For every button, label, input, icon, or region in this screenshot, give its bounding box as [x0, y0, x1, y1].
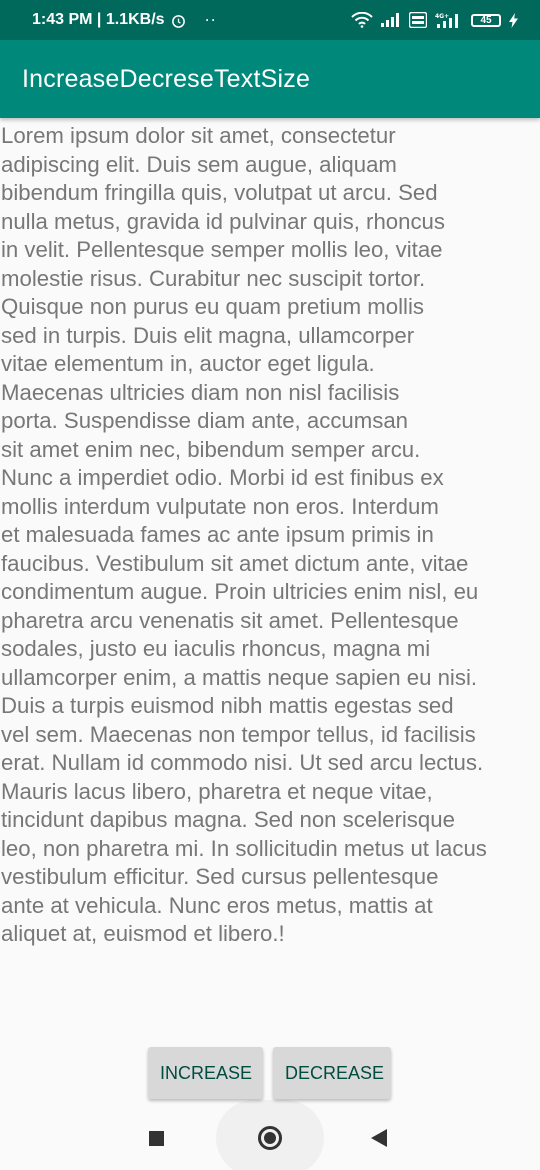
app-screen: 1:43 PM | 1.1KB/s ·· 4G+ 45 IncreaseDecr…	[0, 0, 540, 1170]
home-icon[interactable]	[258, 1126, 282, 1150]
status-dots: ··	[205, 13, 218, 27]
decrease-button[interactable]: DECREASE	[273, 1047, 391, 1099]
increase-button[interactable]: INCREASE	[148, 1047, 263, 1099]
status-bar: 1:43 PM | 1.1KB/s ·· 4G+ 45	[0, 0, 540, 40]
battery-level: 45	[480, 14, 492, 26]
svg-text:4G+: 4G+	[435, 13, 449, 20]
lorem-text: Lorem ipsum dolor sit amet, consectetur …	[1, 123, 487, 946]
wifi-icon	[351, 12, 373, 28]
volte-icon	[409, 12, 427, 28]
battery-icon: 45	[471, 13, 501, 27]
status-left: 1:43 PM | 1.1KB/s ··	[32, 11, 218, 29]
recents-icon[interactable]	[149, 1131, 164, 1146]
back-icon[interactable]	[371, 1129, 387, 1147]
status-right: 4G+ 45	[351, 12, 518, 28]
alarm-icon	[171, 13, 186, 28]
button-row: INCREASE DECREASE	[148, 1047, 391, 1099]
app-bar: IncreaseDecreseTextSize	[0, 40, 540, 118]
app-title: IncreaseDecreseTextSize	[22, 64, 311, 93]
home-icon-dot	[264, 1132, 276, 1144]
charging-icon	[509, 12, 518, 28]
navigation-bar	[0, 1100, 540, 1170]
signal-icon	[381, 13, 401, 27]
status-time-speed: 1:43 PM | 1.1KB/s	[32, 11, 165, 28]
4g-signal-icon: 4G+	[435, 12, 463, 28]
